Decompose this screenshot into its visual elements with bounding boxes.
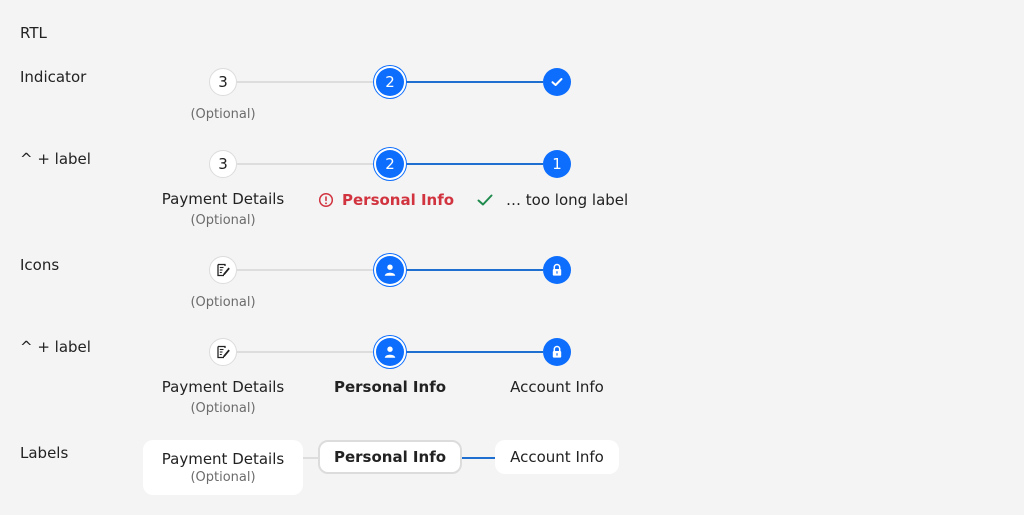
step-label-personal-info: Personal Info [333,378,447,396]
step-label-account-info: Account Info [510,378,604,396]
row-label-labels: Labels [20,444,69,462]
person-icon [384,264,396,276]
person-icon [384,346,396,358]
step-label-personal-info-error: Personal Info [318,191,454,209]
row-label-indicator-with-label: ^ + label [20,150,91,168]
step-connector [303,457,319,459]
error-circle-icon [318,192,334,208]
row-label-icons-with-label: ^ + label [20,338,91,356]
step-connector [237,269,376,271]
step-connector-active [404,269,543,271]
step-indicator-3[interactable]: 3 [209,150,237,178]
step-icon-account-done[interactable] [543,338,571,366]
step-indicator-3[interactable]: 3 [209,68,237,96]
step-label-text: … too long label [506,191,629,209]
step-icon-payment[interactable] [209,256,237,284]
edit-document-icon [217,263,230,277]
row-label-icons: Icons [20,256,60,274]
step-label-text: Personal Info [342,191,455,209]
step-indicator-1-done[interactable]: 1 [543,150,571,178]
step-connector [237,163,376,165]
step-connector-active [404,81,543,83]
step-indicator-2-current[interactable]: 2 [376,68,404,96]
section-title: RTL [20,24,47,42]
step-connector [237,81,376,83]
step-label-payment-details: Payment Details [161,190,285,208]
check-icon [551,78,563,86]
step-optional-text: (Optional) [190,213,256,228]
step-icon-personal-current[interactable] [376,256,404,284]
step-connector-active [404,351,543,353]
step-icon-personal-current[interactable] [376,338,404,366]
step-pill-personal-info-current[interactable]: Personal Info [318,440,462,474]
row-label-indicator: Indicator [20,68,87,86]
step-optional-text: (Optional) [190,107,256,122]
step-connector-active [461,457,495,459]
step-indicator-2-current[interactable]: 2 [376,150,404,178]
step-indicator-1-done[interactable] [543,68,571,96]
step-optional-text: (Optional) [190,401,256,416]
lock-icon [552,345,562,358]
checkmark-icon [477,194,493,206]
step-label-long-success: … too long label [476,191,628,209]
step-connector [237,351,376,353]
step-connector-active [404,163,543,165]
step-pill-account-info[interactable]: Account Info [495,440,619,474]
step-pill-payment-details[interactable]: Payment Details (Optional) [143,440,303,495]
step-icon-payment[interactable] [209,338,237,366]
step-label-payment-details: Payment Details [161,378,285,396]
step-label-text: Personal Info [333,448,447,466]
step-icon-account-done[interactable] [543,256,571,284]
edit-document-icon [217,345,230,359]
step-label-text: Account Info [510,448,604,466]
step-label-text: Payment Details [161,450,285,468]
step-optional-text: (Optional) [190,295,256,310]
lock-icon [552,263,562,276]
step-optional-text: (Optional) [190,470,256,485]
